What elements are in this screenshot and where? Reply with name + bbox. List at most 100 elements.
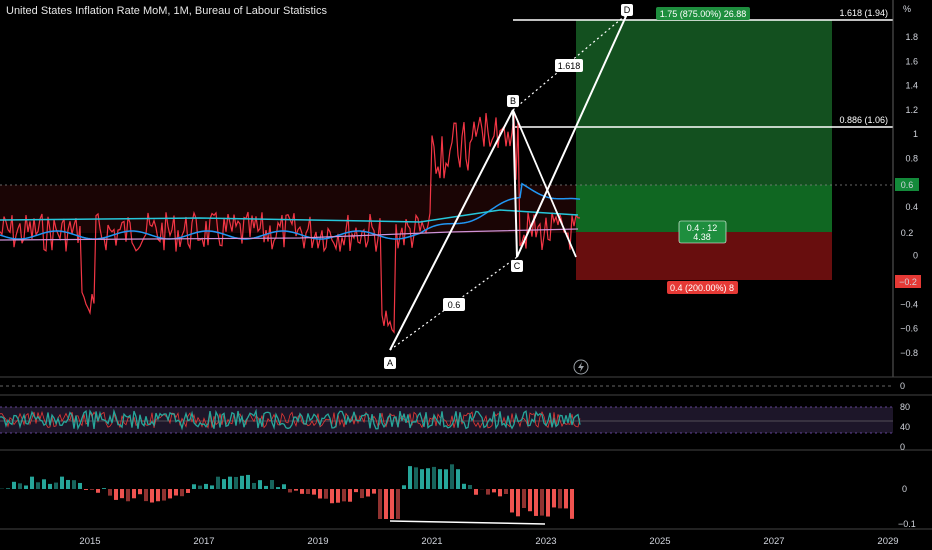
macd-bar [366, 489, 370, 497]
macd-bar [318, 489, 322, 499]
macd-bar [408, 466, 412, 489]
macd-bar [522, 489, 526, 509]
macd-bar [36, 482, 40, 489]
macd-bar [24, 485, 28, 489]
lightning-icon[interactable] [573, 359, 589, 375]
macd-bar [282, 484, 286, 489]
ratio-xb-label[interactable]: 0.6 [443, 298, 465, 311]
time-axis-tick: 2023 [535, 536, 556, 547]
chart-canvas[interactable]: A B C D 0.6 1.618 1.618 (1.94) 0.886 (1.… [0, 0, 932, 550]
price-badge-entry: 0.2 [895, 226, 919, 239]
pattern-label-c[interactable]: C [511, 260, 523, 272]
rsi-axis-80: 80 [900, 402, 910, 412]
price-axis-tick: 0.4 [905, 202, 918, 212]
macd-bar [378, 489, 382, 519]
time-axis-tick: 2025 [649, 536, 670, 547]
macd-bar [162, 489, 166, 501]
macd-bar [132, 489, 136, 499]
position-center-sub: 4.38 [693, 232, 711, 242]
price-axis-tick: 1.2 [905, 105, 918, 115]
ratio-xb-text: 0.6 [448, 300, 461, 310]
macd-bar [252, 482, 256, 489]
macd-bar [96, 489, 100, 493]
macd-bar [204, 483, 208, 489]
pattern-label-b[interactable]: B [507, 95, 519, 107]
fib-label-1618: 1.618 (1.94) [839, 8, 888, 18]
fib-label-0886: 0.886 (1.06) [839, 115, 888, 125]
macd-bar [390, 489, 394, 519]
macd-bar [144, 489, 148, 502]
range-band [0, 185, 576, 233]
time-axis[interactable]: 2015 2017 2019 2021 2023 2025 2027 2029 [79, 536, 898, 547]
macd-bar [414, 467, 418, 489]
macd-bar [474, 489, 478, 495]
pattern-label-a[interactable]: A [384, 357, 396, 369]
price-axis-tick: 0 [913, 251, 918, 261]
macd-bar [264, 485, 268, 489]
macd-bar [420, 469, 424, 489]
price-axis-tick: 1 [913, 129, 918, 139]
macd-bar [222, 479, 226, 489]
macd-bar [108, 489, 112, 496]
stop-label[interactable]: 0.4 (200.00%) 8 [667, 281, 738, 294]
position-center-label[interactable]: 0.4 · 12 4.38 [678, 220, 727, 244]
stop-label-text: 0.4 (200.00%) 8 [670, 283, 734, 293]
label-a-text: A [387, 358, 393, 368]
macd-bar [288, 489, 292, 493]
macd-bar [12, 481, 16, 489]
macd-bar [486, 489, 490, 495]
macd-bar [276, 487, 280, 489]
macd-axis-neg: −0.1 [898, 519, 916, 529]
macd-bar [306, 489, 310, 495]
time-axis-tick: 2015 [79, 536, 100, 547]
unit-label: % [903, 4, 912, 14]
macd-bar [294, 489, 298, 491]
price-badge-stop: −0.2 [895, 275, 921, 288]
macd-bar [126, 489, 130, 502]
label-d-text: D [624, 5, 631, 15]
macd-bar [510, 489, 514, 513]
price-badge-last-text: 0.6 [901, 180, 914, 190]
macd-bar [516, 489, 520, 517]
macd-bar [462, 483, 466, 489]
macd-bar [84, 489, 88, 490]
macd-bar [174, 489, 178, 496]
macd-bar [324, 489, 328, 499]
macd-bar [234, 476, 238, 489]
macd-bar [138, 489, 142, 495]
macd-bar [450, 464, 454, 489]
macd-bar [198, 485, 202, 489]
price-axis[interactable]: 1.8 1.6 1.4 1.2 1 0.8 0.6 0.4 0.2 0 −0.2 −0.4 −0.6 −0… [900, 32, 918, 358]
macd-bar [228, 476, 232, 489]
macd-bar [102, 488, 106, 489]
price-axis-tick: 0.8 [905, 154, 918, 164]
macd-bar [240, 475, 244, 489]
macd-bar [180, 489, 184, 497]
divergence-line [389, 520, 546, 525]
price-axis-tick: 1.4 [905, 81, 918, 91]
macd-bar [156, 489, 160, 502]
macd-bar [258, 480, 262, 489]
macd-bar [456, 469, 460, 489]
macd-bar [360, 489, 364, 499]
pattern-label-d[interactable]: D [621, 4, 633, 16]
time-axis-tick: 2021 [421, 536, 442, 547]
macd-bar [432, 466, 436, 489]
target-label[interactable]: 1.75 (875.00%) 26.88 [656, 7, 750, 20]
ratio-bd-label[interactable]: 1.618 [555, 59, 583, 72]
macd-bar [6, 488, 10, 489]
pane2-axis-zero: 0 [900, 381, 905, 391]
macd-bar [348, 489, 352, 502]
price-badge-last: 0.6 [895, 178, 919, 191]
macd-bar [534, 489, 538, 516]
price-axis-tick: −0.6 [900, 324, 918, 334]
macd-bar [168, 489, 172, 499]
macd-bar [186, 489, 190, 493]
macd-bar [540, 489, 544, 516]
macd-bar [528, 489, 532, 512]
macd-bar [396, 489, 400, 519]
macd-bar [210, 485, 214, 489]
macd-histogram [0, 464, 574, 519]
macd-bar [246, 474, 250, 489]
macd-bar [312, 489, 316, 495]
